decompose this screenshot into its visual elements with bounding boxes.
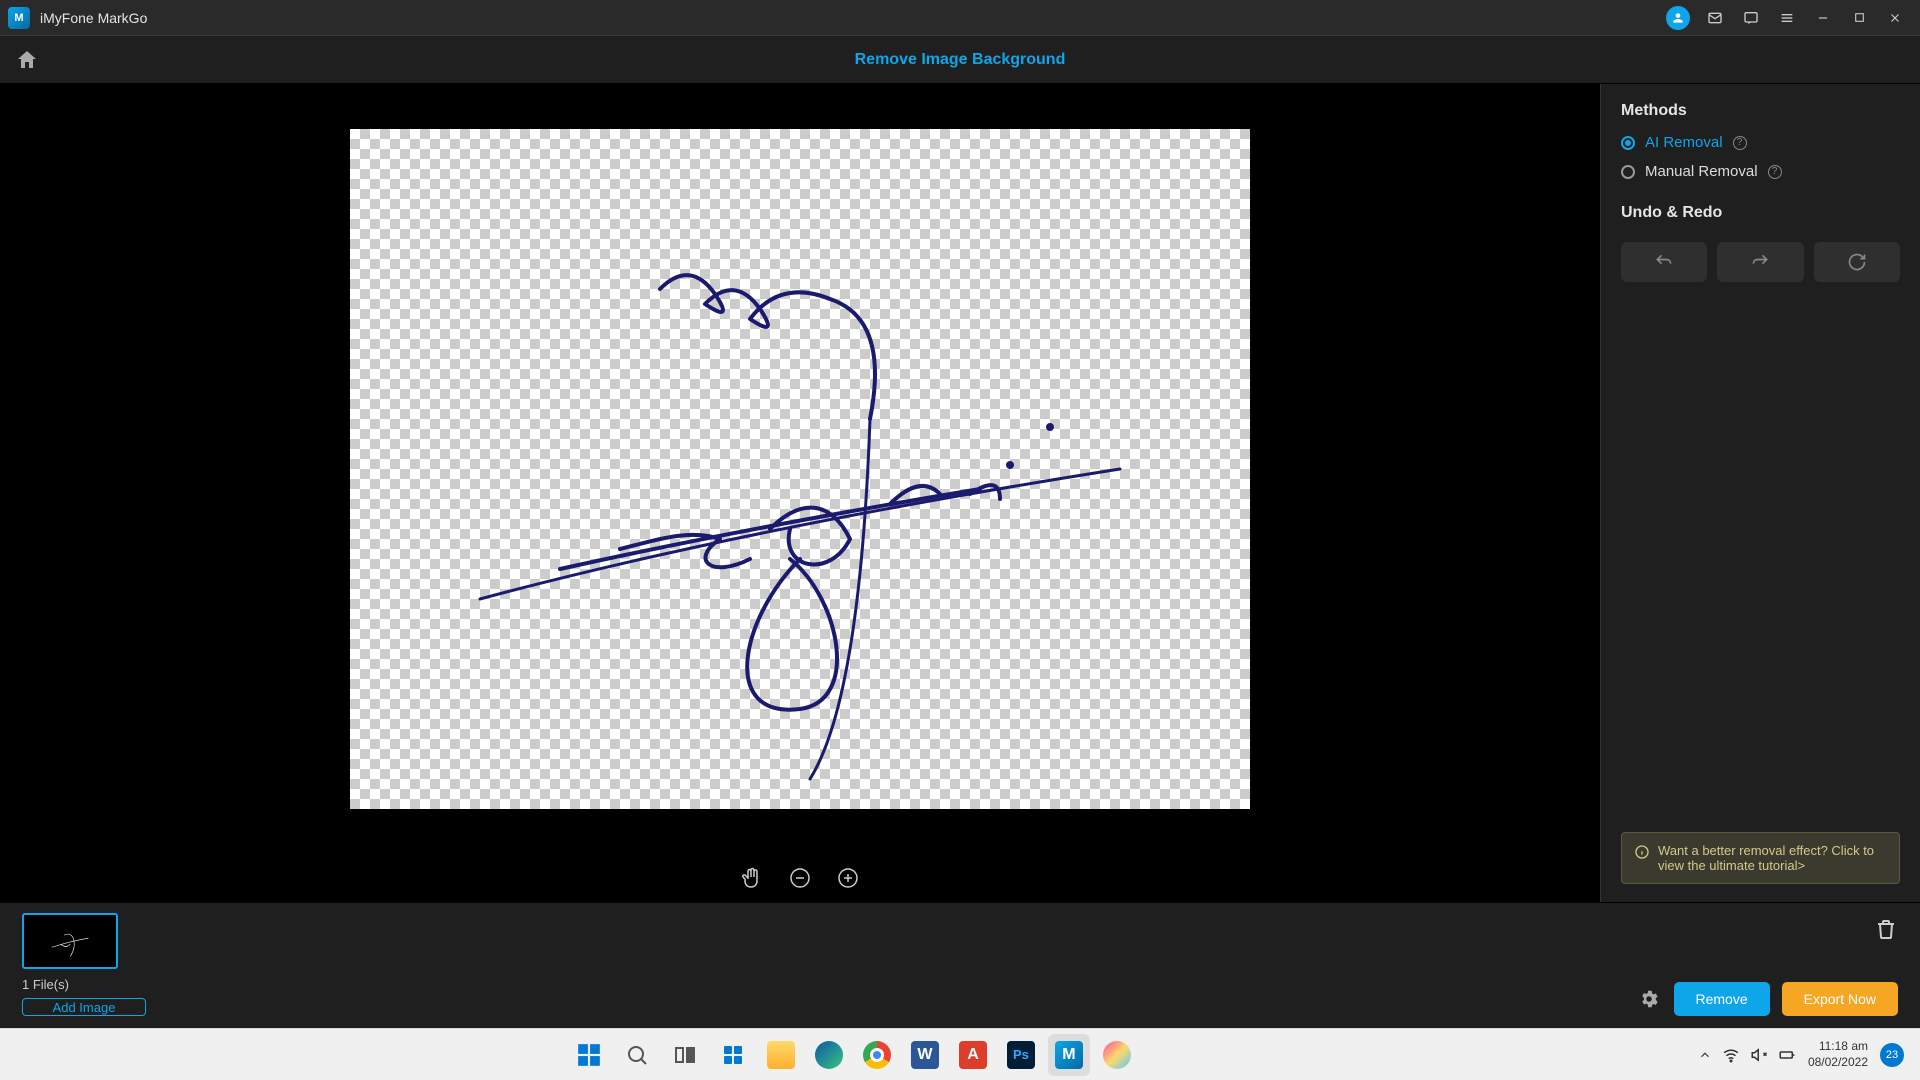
- task-view-button[interactable]: [664, 1034, 706, 1076]
- clock[interactable]: 11:18 am 08/02/2022: [1808, 1039, 1868, 1070]
- canvas-area: [0, 84, 1600, 902]
- chrome-icon[interactable]: [856, 1034, 898, 1076]
- file-thumbnail[interactable]: [22, 913, 118, 969]
- main-area: Methods AI Removal ? Manual Removal ? Un…: [0, 84, 1920, 902]
- home-button[interactable]: [12, 45, 42, 75]
- file-count: 1 File(s): [22, 977, 1898, 992]
- redo-button[interactable]: [1717, 242, 1803, 282]
- tab-bar: Remove Image Background: [0, 36, 1920, 84]
- bottom-bar: 1 File(s) Add Image Remove Export Now: [0, 902, 1920, 1028]
- acrobat-icon[interactable]: A: [952, 1034, 994, 1076]
- photoshop-icon[interactable]: Ps: [1000, 1034, 1042, 1076]
- page-title: Remove Image Background: [42, 51, 1908, 69]
- feedback-icon[interactable]: [1734, 4, 1768, 32]
- minimize-button[interactable]: [1806, 4, 1840, 32]
- titlebar-controls: [1666, 4, 1912, 32]
- info-icon: [1634, 844, 1650, 860]
- mail-icon[interactable]: [1698, 4, 1732, 32]
- delete-button[interactable]: [1874, 917, 1898, 946]
- menu-icon[interactable]: [1770, 4, 1804, 32]
- start-button[interactable]: [568, 1034, 610, 1076]
- thumbnail-row: [22, 913, 1898, 969]
- signature-graphic: [350, 129, 1250, 809]
- zoom-in-icon[interactable]: [836, 866, 860, 890]
- radio-unselected-icon: [1621, 165, 1635, 179]
- wifi-icon[interactable]: [1722, 1046, 1740, 1064]
- side-panel: Methods AI Removal ? Manual Removal ? Un…: [1600, 84, 1920, 902]
- taskbar-center: W A Ps M: [8, 1034, 1698, 1076]
- add-image-button[interactable]: Add Image: [22, 998, 146, 1016]
- method-ai-label: AI Removal: [1645, 134, 1723, 151]
- canvas-toolbar: [0, 854, 1600, 902]
- bottom-actions: Remove Export Now: [1636, 982, 1899, 1016]
- markgo-icon[interactable]: M: [1048, 1034, 1090, 1076]
- word-icon[interactable]: W: [904, 1034, 946, 1076]
- help-icon[interactable]: ?: [1733, 136, 1747, 150]
- system-tray[interactable]: [1698, 1046, 1796, 1064]
- undo-redo-heading: Undo & Redo: [1621, 204, 1900, 222]
- chevron-up-icon[interactable]: [1698, 1048, 1712, 1062]
- windows-taskbar: W A Ps M 11:18 am 08/02/2022 23: [0, 1028, 1920, 1080]
- method-ai-removal[interactable]: AI Removal ?: [1621, 134, 1900, 151]
- export-button[interactable]: Export Now: [1782, 982, 1898, 1016]
- maximize-button[interactable]: [1842, 4, 1876, 32]
- clock-time: 11:18 am: [1819, 1039, 1868, 1055]
- file-explorer-icon[interactable]: [760, 1034, 802, 1076]
- method-manual-label: Manual Removal: [1645, 163, 1758, 180]
- canvas-image: [350, 129, 1250, 809]
- remove-button[interactable]: Remove: [1674, 982, 1770, 1016]
- settings-button[interactable]: [1636, 986, 1662, 1012]
- user-account-icon[interactable]: [1666, 6, 1690, 30]
- undo-redo-row: [1621, 242, 1900, 282]
- notification-badge[interactable]: 23: [1880, 1043, 1904, 1067]
- radio-selected-icon: [1621, 136, 1635, 150]
- method-manual-removal[interactable]: Manual Removal ?: [1621, 163, 1900, 180]
- battery-icon[interactable]: [1778, 1046, 1796, 1064]
- help-icon[interactable]: ?: [1768, 165, 1782, 179]
- creative-cloud-icon[interactable]: [1096, 1034, 1138, 1076]
- clock-date: 08/02/2022: [1808, 1055, 1868, 1071]
- titlebar: M iMyFone MarkGo: [0, 0, 1920, 36]
- app-logo-icon: M: [8, 7, 30, 29]
- reset-button[interactable]: [1814, 242, 1900, 282]
- close-button[interactable]: [1878, 4, 1912, 32]
- widgets-button[interactable]: [712, 1034, 754, 1076]
- tip-text: Want a better removal effect? Click to v…: [1658, 843, 1887, 873]
- taskbar-tray: 11:18 am 08/02/2022 23: [1698, 1039, 1912, 1070]
- edge-icon[interactable]: [808, 1034, 850, 1076]
- app-title: iMyFone MarkGo: [40, 10, 1666, 26]
- volume-muted-icon[interactable]: [1750, 1046, 1768, 1064]
- undo-button[interactable]: [1621, 242, 1707, 282]
- tutorial-tip[interactable]: Want a better removal effect? Click to v…: [1621, 832, 1900, 884]
- methods-heading: Methods: [1621, 102, 1900, 120]
- pan-tool-icon[interactable]: [740, 866, 764, 890]
- search-button[interactable]: [616, 1034, 658, 1076]
- zoom-out-icon[interactable]: [788, 866, 812, 890]
- canvas-viewport[interactable]: [0, 84, 1600, 854]
